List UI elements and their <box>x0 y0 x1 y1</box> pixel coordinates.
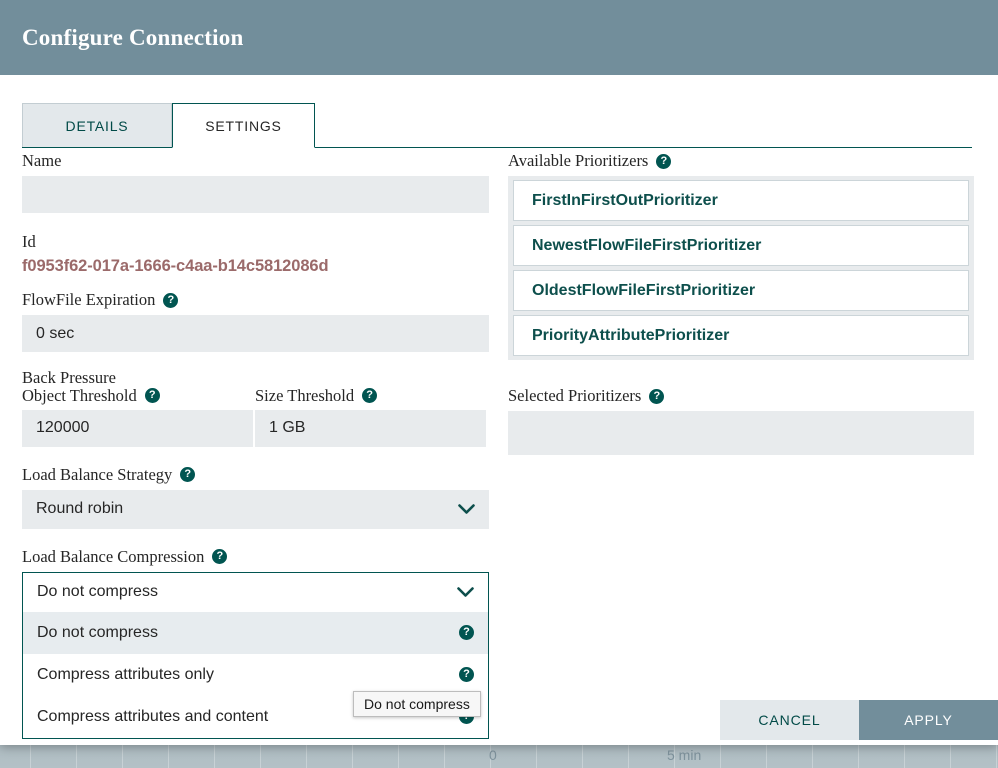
id-label: Id <box>22 232 489 252</box>
prioritizer-item[interactable]: OldestFlowFileFirstPrioritizer <box>513 270 969 311</box>
load-balance-strategy-label-text: Load Balance Strategy <box>22 464 173 484</box>
tooltip-text: Do not compress <box>364 696 470 712</box>
load-balance-strategy-value: Round robin <box>36 500 124 518</box>
dialog-footer: CANCEL APPLY <box>0 700 998 740</box>
help-icon-size-threshold[interactable]: ? <box>362 388 378 404</box>
help-icon-compression-option[interactable]: ? <box>459 667 474 683</box>
load-balance-compression-value: Do not compress <box>37 583 158 601</box>
prioritizer-item[interactable]: NewestFlowFileFirstPrioritizer <box>513 225 969 266</box>
prioritizer-item[interactable]: FirstInFirstOutPrioritizer <box>513 180 969 221</box>
prioritizer-item[interactable]: PriorityAttributePrioritizer <box>513 315 969 356</box>
tab-settings-label: SETTINGS <box>205 117 282 134</box>
help-icon-available-prioritizers[interactable]: ? <box>656 153 672 169</box>
tooltip: Do not compress <box>353 691 481 717</box>
flowfile-expiration-value: 0 sec <box>36 324 75 342</box>
load-balance-compression-label-text: Load Balance Compression <box>22 546 205 566</box>
load-balance-strategy-select[interactable]: Round robin <box>22 489 489 529</box>
background-chart-zero-label: 0 <box>489 747 497 763</box>
available-prioritizers-list: FirstInFirstOutPrioritizer NewestFlowFile… <box>508 176 974 360</box>
id-label-text: Id <box>22 232 36 251</box>
settings-left-column: Name Id f0953f62-017a-1666-c4aa-b14c5812… <box>22 151 489 739</box>
size-threshold-field: Size Threshold ? 1 GB <box>255 369 487 447</box>
settings-right-column: Available Prioritizers ? FirstInFirstOut… <box>508 151 974 455</box>
size-threshold-input[interactable]: 1 GB <box>255 409 486 447</box>
load-balance-compression-label: Load Balance Compression ? <box>22 547 489 567</box>
tab-settings[interactable]: SETTINGS <box>172 103 315 148</box>
name-label-text: Name <box>22 151 62 170</box>
available-prioritizers-label: Available Prioritizers ? <box>508 151 974 171</box>
screen: 0 5 min Configure Connection DETAILS SET… <box>0 0 998 768</box>
selected-prioritizers-list[interactable] <box>508 411 974 455</box>
help-icon-load-balance-compression[interactable]: ? <box>212 549 228 565</box>
object-threshold-value: 120000 <box>36 419 90 437</box>
tab-details[interactable]: DETAILS <box>22 103 172 148</box>
size-threshold-label-text: Size Threshold <box>255 385 355 405</box>
help-icon-flowfile-expiration[interactable]: ? <box>163 292 179 308</box>
compression-option[interactable]: Do not compress? <box>23 611 488 654</box>
dialog-header: Configure Connection <box>0 0 998 75</box>
background-chart-time-label: 5 min <box>667 747 702 763</box>
help-icon-object-threshold[interactable]: ? <box>144 388 160 404</box>
dialog-title: Configure Connection <box>22 24 244 50</box>
compression-option-label: Compress attributes only <box>37 665 214 683</box>
flowfile-expiration-input[interactable]: 0 sec <box>22 315 489 352</box>
apply-button-label: APPLY <box>904 712 953 728</box>
back-pressure-title: Back Pressure <box>22 368 116 387</box>
tab-bar: DETAILS SETTINGS <box>0 103 998 151</box>
apply-button[interactable]: APPLY <box>859 700 998 740</box>
object-threshold-label-text: Object Threshold <box>22 385 137 405</box>
help-icon-selected-prioritizers[interactable]: ? <box>649 388 665 404</box>
size-threshold-value: 1 GB <box>269 419 306 437</box>
object-threshold-field: Back Pressure Object Threshold ? 120000 <box>22 369 255 447</box>
help-icon-compression-option[interactable]: ? <box>459 625 474 641</box>
chevron-down-icon-strategy <box>458 503 475 515</box>
cancel-button-label: CANCEL <box>758 712 821 728</box>
object-threshold-input[interactable]: 120000 <box>22 409 253 447</box>
chevron-down-icon-compression <box>457 586 474 598</box>
cancel-button[interactable]: CANCEL <box>720 700 859 740</box>
selected-prioritizers-label: Selected Prioritizers ? <box>508 386 974 406</box>
selected-prioritizers-label-text: Selected Prioritizers <box>508 386 642 405</box>
object-threshold-label: Back Pressure Object Threshold ? <box>22 369 255 405</box>
available-prioritizers-label-text: Available Prioritizers <box>508 151 649 170</box>
compression-option[interactable]: Compress attributes only? <box>23 654 488 696</box>
compression-option-label: Do not compress <box>37 623 158 641</box>
name-input[interactable] <box>22 176 489 213</box>
back-pressure-group: Back Pressure Object Threshold ? 120000 <box>22 369 489 447</box>
background-chart-gridlines <box>0 742 998 768</box>
tab-details-label: DETAILS <box>65 117 129 134</box>
size-threshold-label: Size Threshold ? <box>255 369 487 405</box>
id-value: f0953f62-017a-1666-c4aa-b14c5812086d <box>22 257 329 275</box>
help-icon-load-balance-strategy[interactable]: ? <box>180 467 196 483</box>
flowfile-expiration-label-text: FlowFile Expiration <box>22 290 156 309</box>
tab-underline <box>22 147 972 148</box>
load-balance-strategy-label: Load Balance Strategy ? <box>22 465 489 485</box>
name-label: Name <box>22 151 489 171</box>
load-balance-compression-select[interactable]: Do not compress <box>23 572 488 612</box>
flowfile-expiration-label: FlowFile Expiration ? <box>22 290 489 310</box>
configure-connection-dialog: Configure Connection DETAILS SETTINGS Na… <box>0 0 998 745</box>
